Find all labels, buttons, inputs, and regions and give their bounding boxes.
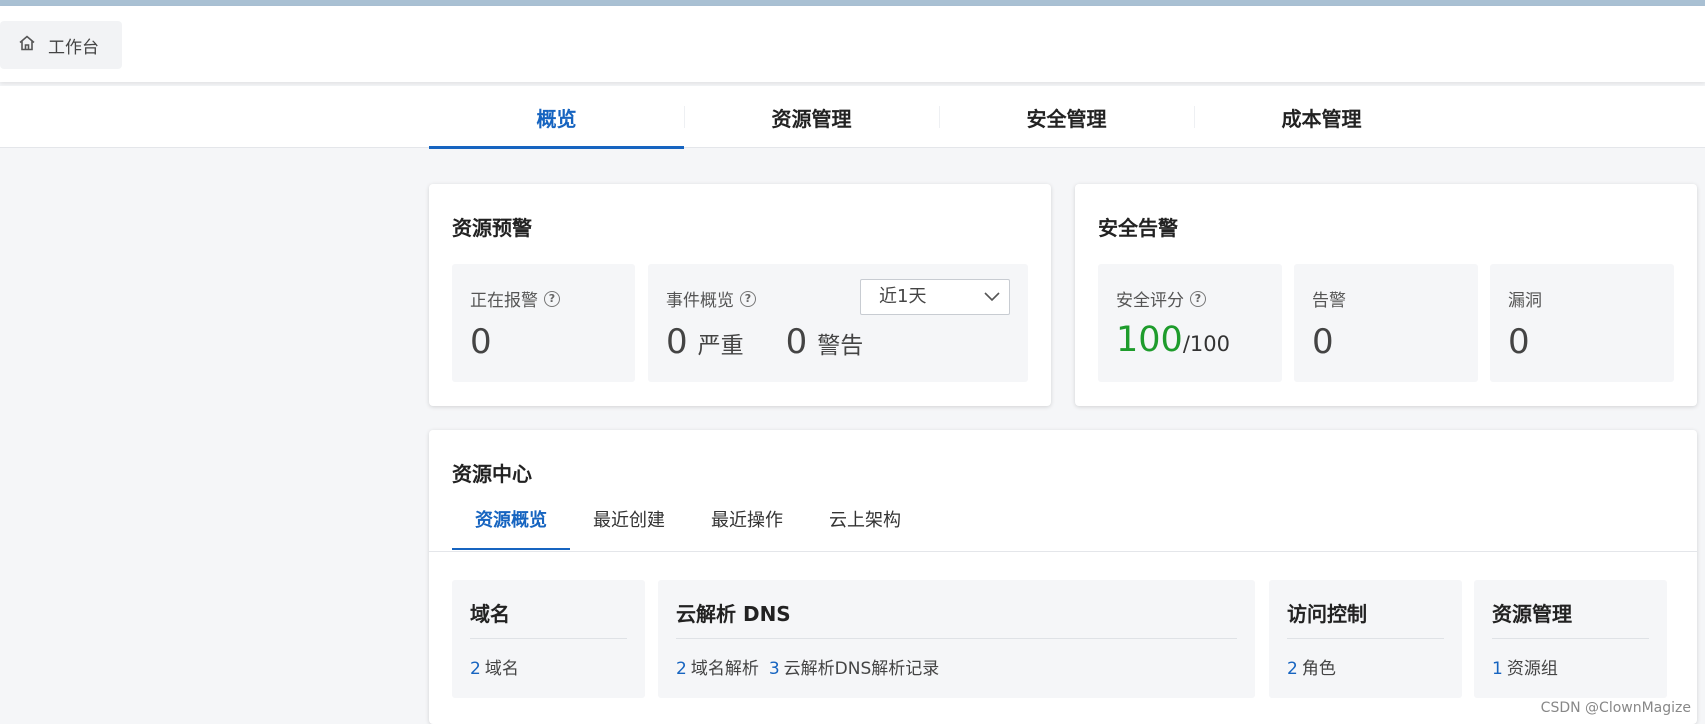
alerting-label-row: 正在报警 ? (470, 286, 560, 311)
events-label-row: 事件概览 ? (666, 286, 756, 311)
item-count: 1 (1492, 659, 1503, 679)
item-label: 域名 (484, 659, 519, 679)
item-label: 角色 (1301, 659, 1336, 679)
warning-count: 0 (785, 322, 808, 362)
item-count: 2 (676, 659, 687, 679)
home-tab-label: 工作台 (48, 37, 99, 58)
security-score-stat: 安全评分 ? 100 /100 (1098, 264, 1282, 382)
dns-record-item[interactable]: 3 云解析DNS解析记录 (769, 654, 939, 679)
resource-alert-card: 资源预警 正在报警 ? 0 事件概览 ? 近1天 0 严重 0 警告 (429, 184, 1051, 406)
vulnerabilities-stat: 漏洞 0 (1490, 264, 1674, 382)
domain-title: 域名 (470, 602, 510, 626)
dns-divider (676, 638, 1237, 639)
subtab-recent-operations[interactable]: 最近操作 (688, 506, 806, 548)
resource-group-item[interactable]: 1 资源组 (1492, 654, 1558, 679)
critical-label: 严重 (697, 333, 744, 359)
subtab-divider (429, 551, 1697, 552)
help-icon[interactable]: ? (740, 290, 756, 307)
home-icon (18, 34, 36, 57)
time-range-select[interactable]: 近1天 (860, 279, 1010, 315)
main-tabbar: 概览 资源管理 安全管理 成本管理 (0, 86, 1705, 149)
subtab-resource-overview[interactable]: 资源概览 (452, 506, 570, 550)
resource-management-title: 资源管理 (1492, 602, 1572, 626)
alerts-label: 告警 (1312, 291, 1346, 311)
critical-count: 0 (666, 322, 688, 362)
resource-management-box: 资源管理 1 资源组 (1474, 580, 1667, 698)
resource-management-divider (1492, 638, 1649, 639)
help-icon[interactable]: ? (544, 290, 560, 307)
resource-center-card: 资源中心 资源概览 最近创建 最近操作 云上架构 域名 2 域名 云解析 DNS … (429, 430, 1697, 724)
security-alert-title: 安全告警 (1098, 216, 1178, 240)
alerts-value: 0 (1312, 322, 1334, 362)
tab-cost-management[interactable]: 成本管理 (1194, 86, 1449, 148)
role-item[interactable]: 2 角色 (1287, 654, 1336, 679)
help-icon[interactable]: ? (1190, 290, 1206, 307)
dns-box: 云解析 DNS 2 域名解析 3 云解析DNS解析记录 (658, 580, 1255, 698)
events-stat: 事件概览 ? 近1天 0 严重 0 警告 (648, 264, 1028, 382)
vulnerabilities-value: 0 (1508, 322, 1530, 362)
watermark: CSDN @ClownMagize (1540, 700, 1691, 716)
access-control-box: 访问控制 2 角色 (1269, 580, 1462, 698)
tab-resource-management[interactable]: 资源管理 (684, 86, 939, 148)
resource-center-tabs: 资源概览 最近创建 最近操作 云上架构 (452, 506, 924, 550)
dns-resolve-item[interactable]: 2 域名解析 (676, 654, 759, 679)
score-label-row: 安全评分 ? (1116, 286, 1206, 311)
domain-item[interactable]: 2 域名 (470, 654, 519, 679)
score-value: 100 (1116, 320, 1183, 360)
item-label: 资源组 (1506, 659, 1558, 679)
warning-label: 警告 (817, 333, 864, 359)
security-alert-card: 安全告警 安全评分 ? 100 /100 告警 0 漏洞 0 (1075, 184, 1697, 406)
vulnerabilities-label: 漏洞 (1508, 291, 1542, 311)
alerts-stat: 告警 0 (1294, 264, 1478, 382)
domain-items: 2 域名 (470, 654, 519, 679)
subtab-recently-created[interactable]: 最近创建 (570, 506, 688, 548)
resource-center-title: 资源中心 (452, 462, 532, 486)
score-value-row: 100 /100 (1116, 320, 1230, 360)
score-max: /100 (1182, 332, 1230, 356)
alerting-label: 正在报警 (470, 291, 538, 311)
header-bar: 工作台 (0, 6, 1705, 82)
item-count: 3 (768, 659, 780, 679)
access-control-divider (1287, 638, 1444, 639)
item-label: 云解析DNS解析记录 (783, 659, 940, 679)
score-label: 安全评分 (1116, 291, 1184, 311)
domain-box: 域名 2 域名 (452, 580, 645, 698)
resource-alert-title: 资源预警 (452, 216, 532, 240)
tab-security-management[interactable]: 安全管理 (939, 86, 1194, 148)
subtab-cloud-architecture[interactable]: 云上架构 (806, 506, 924, 548)
item-count: 2 (470, 659, 481, 679)
alerting-stat: 正在报警 ? 0 (452, 264, 635, 382)
access-control-title: 访问控制 (1287, 602, 1367, 626)
home-tab[interactable]: 工作台 (0, 21, 122, 69)
item-count: 2 (1287, 659, 1298, 679)
severity-row: 0 严重 0 警告 (666, 322, 863, 362)
dns-items: 2 域名解析 3 云解析DNS解析记录 (676, 654, 939, 679)
domain-divider (470, 638, 627, 639)
resource-management-items: 1 资源组 (1492, 654, 1558, 679)
dns-title: 云解析 DNS (676, 602, 791, 626)
item-label: 域名解析 (690, 659, 759, 679)
access-control-items: 2 角色 (1287, 654, 1336, 679)
tab-overview[interactable]: 概览 (429, 86, 684, 149)
time-range-value: 近1天 (879, 286, 927, 307)
events-label: 事件概览 (666, 291, 734, 311)
alerting-value: 0 (470, 322, 492, 362)
